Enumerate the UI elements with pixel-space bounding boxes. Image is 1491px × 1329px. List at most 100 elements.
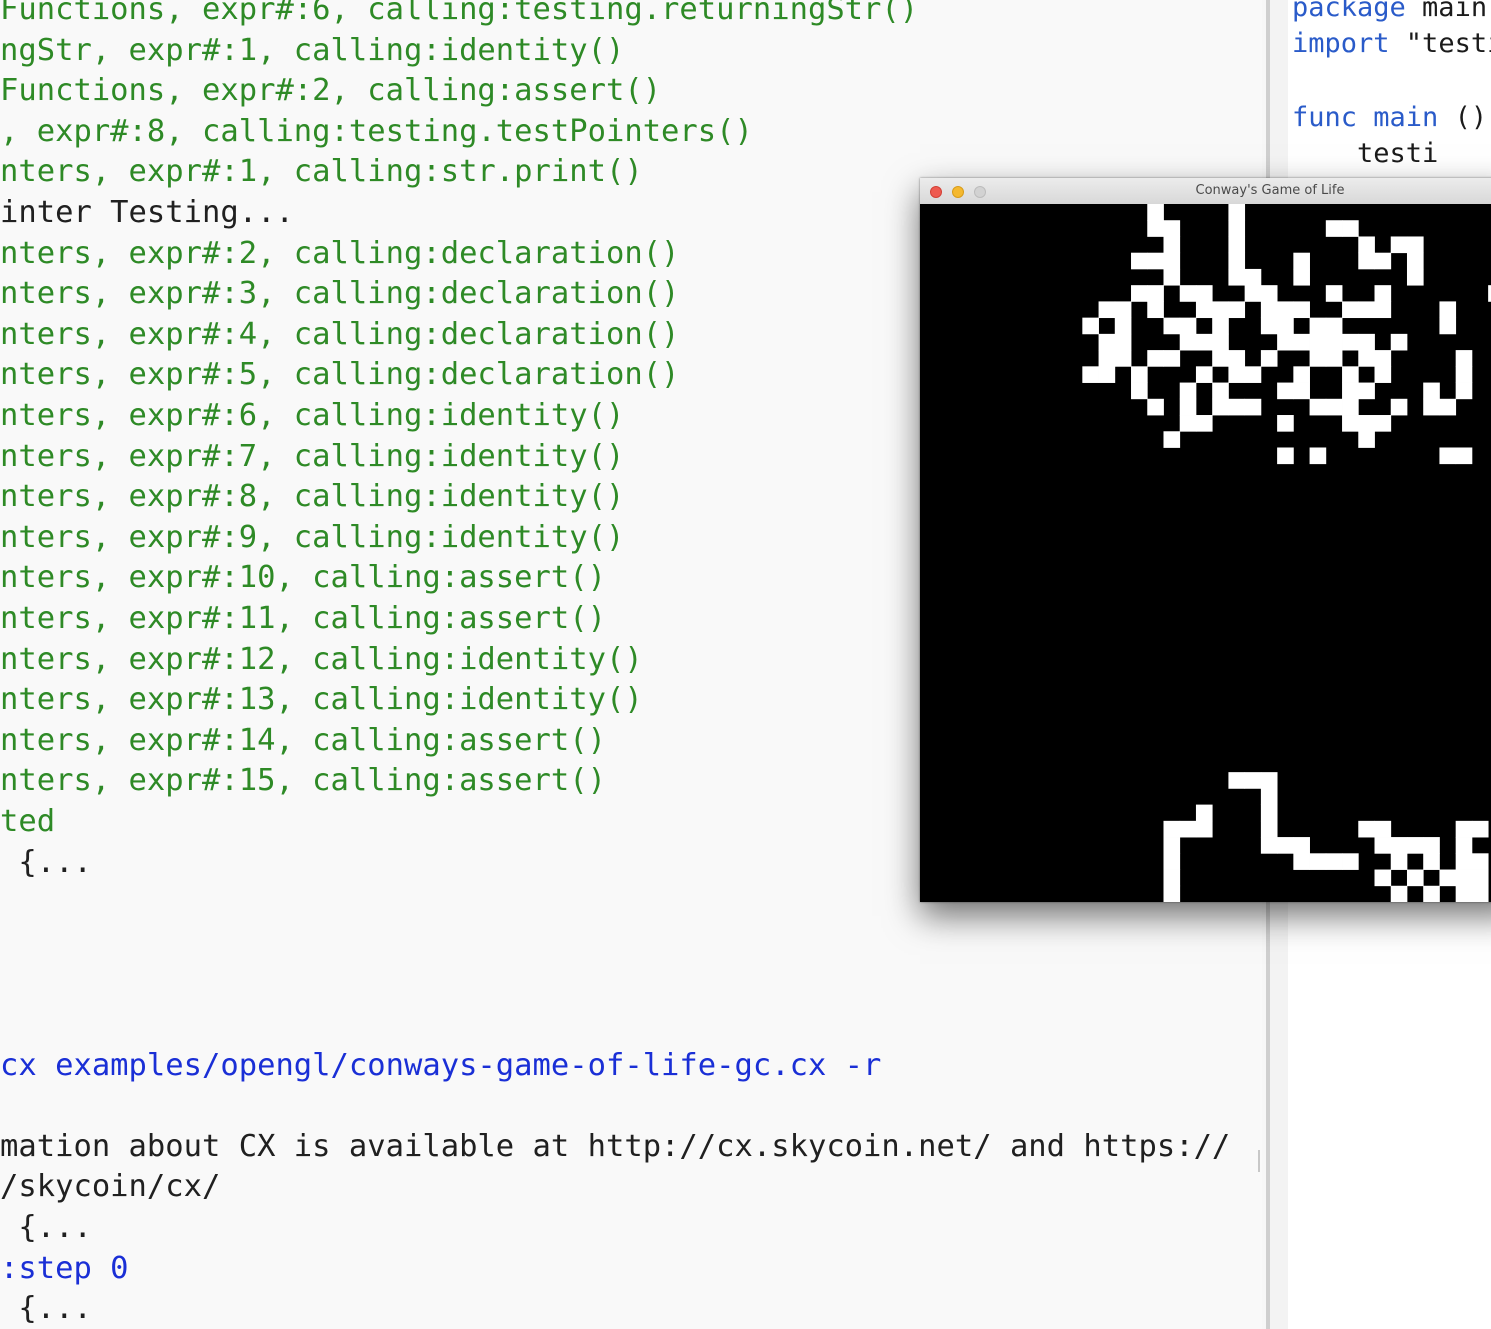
- live-cell: [1423, 398, 1440, 416]
- terminal-line: nters, expr#:4, calling:declaration(): [0, 316, 680, 352]
- live-cell: [1439, 398, 1457, 416]
- game-of-life-window[interactable]: Conway's Game of Life: [920, 178, 1491, 902]
- terminal-scroll-indicator[interactable]: [1258, 1150, 1260, 1172]
- live-cell: [1179, 398, 1197, 416]
- terminal-line: nters, expr#:5, calling:declaration(): [0, 357, 680, 393]
- terminal-line: nters, expr#:6, calling:identity(): [0, 398, 625, 433]
- live-cell: [1131, 252, 1148, 270]
- live-cell: [1277, 317, 1294, 335]
- terminal-line: ted: [0, 804, 56, 839]
- live-cell: [1471, 885, 1489, 902]
- terminal-line: nters, expr#:3, calling:declaration(): [0, 276, 680, 312]
- live-cell: [1358, 431, 1375, 448]
- live-cell: [1342, 382, 1359, 400]
- live-cell: [1390, 398, 1408, 416]
- live-cell: [1390, 885, 1408, 902]
- terminal-line: mation about CX is available at http://c…: [0, 1128, 1231, 1164]
- live-cell: [1260, 820, 1278, 838]
- live-cell: [1293, 837, 1310, 854]
- live-cell: [1439, 317, 1457, 335]
- live-cell: [1342, 333, 1359, 351]
- terminal-line: ngStr, expr#:1, calling:identity(): [0, 32, 625, 68]
- live-cell: [1374, 869, 1392, 887]
- live-cell: [1455, 820, 1473, 838]
- terminal-line: {...: [0, 1291, 92, 1327]
- live-cell: [1455, 350, 1473, 367]
- live-cell: [1163, 252, 1181, 270]
- live-cell: [1114, 350, 1132, 367]
- window-title: Conway's Game of Life: [1195, 183, 1345, 198]
- live-cell: [1374, 301, 1392, 319]
- live-cell: [1244, 268, 1262, 286]
- live-cell: [1163, 350, 1181, 367]
- live-cell: [1293, 382, 1310, 400]
- live-cell: [1390, 837, 1408, 854]
- live-cell: [1260, 317, 1278, 335]
- terminal-line: nters, expr#:13, calling:identity(): [0, 682, 643, 718]
- live-cell: [1325, 350, 1343, 367]
- live-cell: [1325, 317, 1343, 335]
- editor-line-func: func main (): [1292, 100, 1487, 136]
- live-cell: [1131, 285, 1148, 302]
- live-cell: [1390, 333, 1408, 351]
- live-cell: [1195, 804, 1213, 822]
- game-canvas[interactable]: [920, 204, 1491, 902]
- live-cell: [1374, 350, 1392, 367]
- live-cell: [1406, 236, 1424, 254]
- live-cell: [1293, 853, 1310, 870]
- live-cell: [1212, 317, 1229, 335]
- live-cell: [1293, 301, 1310, 319]
- live-cell: [1423, 837, 1440, 854]
- terminal-line: {...: [0, 844, 92, 880]
- live-cell: [1309, 317, 1327, 335]
- live-cell: [1179, 382, 1197, 400]
- terminal-line: /skycoin/cx/: [0, 1169, 221, 1205]
- live-cell: [1406, 837, 1424, 854]
- terminal-line: {...: [0, 1210, 92, 1245]
- live-cell: [1114, 333, 1132, 351]
- live-cell: [1212, 398, 1229, 416]
- editor-line-package: package main: [1292, 0, 1487, 26]
- live-cell: [1163, 236, 1181, 254]
- terminal-line: nters, expr#:14, calling:assert(): [0, 722, 606, 758]
- terminal-line: cx examples/opengl/conways-game-of-life-…: [0, 1047, 882, 1083]
- live-cell: [1212, 333, 1229, 351]
- live-cell: [1228, 204, 1246, 221]
- live-cell: [1277, 333, 1294, 351]
- live-cell: [1358, 820, 1375, 838]
- live-cell: [1325, 220, 1343, 237]
- live-cell: [1406, 252, 1424, 270]
- live-cell: [1244, 366, 1262, 383]
- live-cell: [1228, 772, 1246, 789]
- live-cell: [1471, 853, 1489, 870]
- live-cell: [1228, 301, 1246, 319]
- keyword-import: import: [1292, 28, 1390, 59]
- live-cell: [1455, 447, 1473, 465]
- live-cell: [1455, 869, 1473, 887]
- import-path: "testi: [1405, 28, 1491, 59]
- keyword-package: package: [1292, 0, 1406, 23]
- window-titlebar[interactable]: Conway's Game of Life: [920, 178, 1491, 205]
- live-cell: [1455, 885, 1473, 902]
- live-cell: [1423, 853, 1440, 870]
- live-cell: [1325, 285, 1343, 302]
- live-cell: [1098, 350, 1116, 367]
- live-cell: [1228, 350, 1246, 367]
- live-cell: [1228, 398, 1246, 416]
- live-cell: [1163, 220, 1181, 237]
- editor-line-import: import "testi: [1292, 26, 1491, 62]
- terminal-line: nters, expr#:10, calling:assert(): [0, 560, 606, 596]
- live-cell: [1277, 837, 1294, 854]
- live-cell: [1342, 220, 1359, 237]
- package-name: main: [1405, 0, 1488, 23]
- terminal-line: nters, expr#:9, calling:identity(): [0, 519, 625, 555]
- terminal-line: nters, expr#:1, calling:str.print(): [0, 154, 643, 190]
- live-cell: [1228, 252, 1246, 270]
- live-cell: [1309, 853, 1327, 870]
- live-cell: [1147, 220, 1164, 237]
- terminal-line: nters, expr#:2, calling:declaration(): [0, 235, 680, 271]
- live-cell: [1342, 853, 1359, 870]
- live-cell: [1179, 820, 1197, 838]
- live-cell: [1147, 285, 1164, 302]
- live-cell: [1195, 333, 1213, 351]
